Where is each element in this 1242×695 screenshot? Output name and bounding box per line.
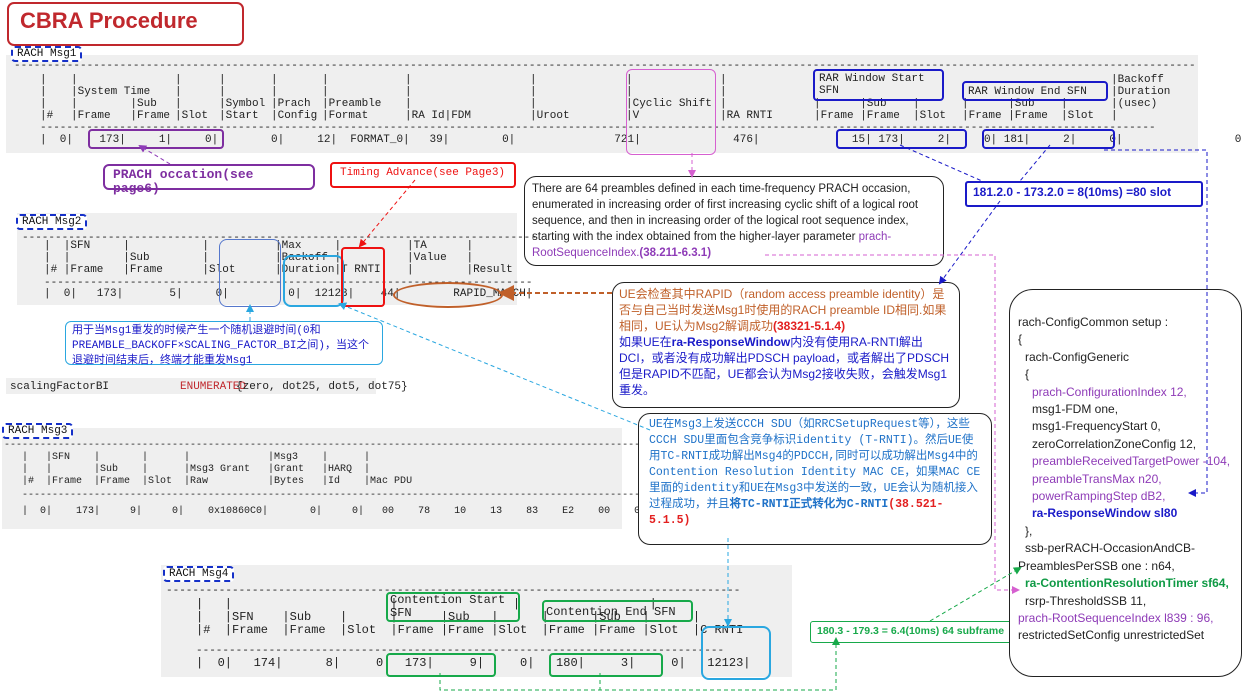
connector-rar-end xyxy=(1019,144,1051,182)
connector-rar-config xyxy=(1104,149,1208,497)
connector-contention-config xyxy=(929,566,1022,622)
connector-overlay xyxy=(138,144,1208,691)
connector-prach xyxy=(138,144,171,165)
connector-msg3-trnti xyxy=(338,302,651,431)
connector-calc-msg2 xyxy=(938,200,1001,285)
connector-rar-start xyxy=(899,144,983,182)
connector-ta xyxy=(358,179,416,248)
connector-contention xyxy=(439,637,840,691)
connector-rootseq xyxy=(765,254,1020,594)
